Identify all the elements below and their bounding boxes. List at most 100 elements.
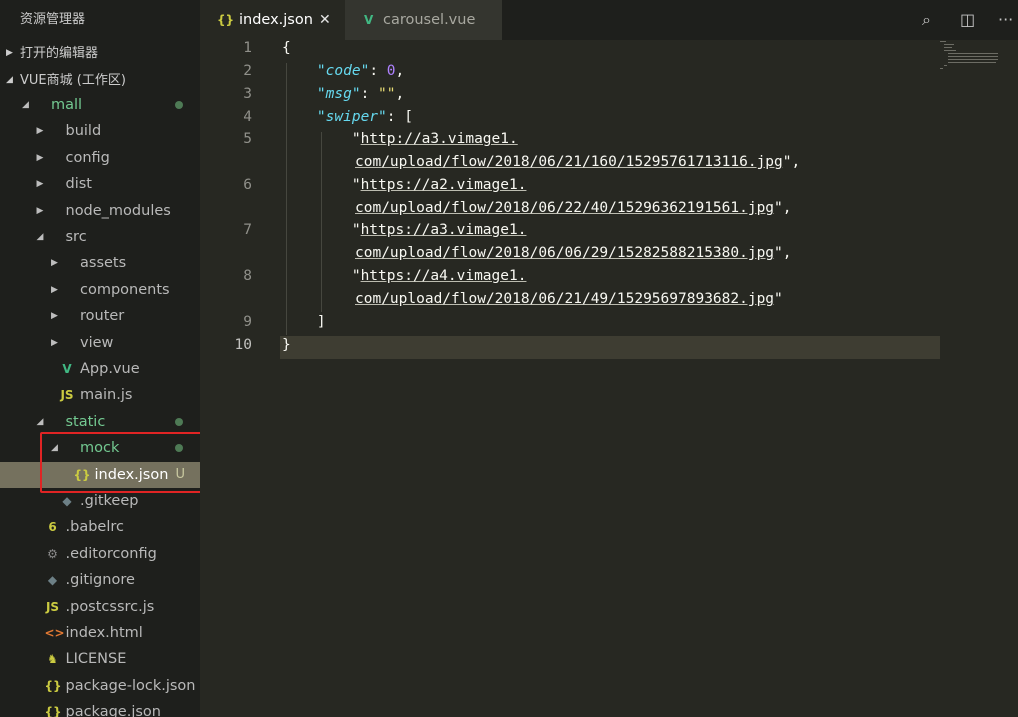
line-number: 7 — [243, 222, 252, 238]
split-editor-icon[interactable]: ◫ — [960, 0, 975, 40]
tree-item-index-html[interactable]: <> index.html — [0, 620, 200, 646]
tree-item-view[interactable]: ▶ view — [0, 330, 200, 356]
tree-item-label: node_modules — [65, 202, 171, 219]
tree-item-label: dist — [65, 176, 92, 193]
tree-item-index-json[interactable]: {} index.json U — [0, 461, 200, 488]
git-status-badge: U — [175, 466, 185, 482]
tree-item-label: App.vue — [80, 361, 140, 377]
tree-item-label: assets — [80, 255, 127, 272]
tree-item-label: .postcssrc.js — [65, 598, 155, 615]
code-line-6: "https://a2.vimage1. — [351, 177, 527, 193]
tree-item-label: build — [65, 123, 102, 140]
tree-item-app-vue[interactable]: V App.vue — [0, 356, 200, 382]
code-line-3: "msg": "", — [316, 86, 405, 102]
code-line-6-wrap: com/upload/flow/2018/06/22/40/1529636219… — [355, 200, 792, 216]
explorer-sidebar: 资源管理器 ▶ 打开的编辑器 ◢ VUE商城 (工作区) ◢ mall ▶ build… — [0, 0, 200, 717]
open-editors-section[interactable]: ▶ 打开的编辑器 — [0, 40, 200, 67]
babel-icon: 6 — [48, 520, 57, 535]
tree-item-label: .editorconfig — [65, 545, 157, 562]
js-icon: JS — [45, 599, 60, 614]
tree-item-router[interactable]: ▶ router — [0, 303, 200, 329]
tree-item-label: .babelrc — [65, 519, 124, 536]
open-preview-icon[interactable]: ⌕ — [922, 0, 931, 40]
tree-item-label: src — [65, 229, 87, 245]
line-number: 2 — [243, 63, 252, 79]
tree-item-gitignore[interactable]: ◆ .gitignore — [0, 567, 200, 593]
tab-index-json[interactable]: {} index.json ✕ — [200, 0, 345, 40]
tree-item-babelrc[interactable]: 6 .babelrc — [0, 514, 200, 540]
tab-bar: {} index.json ✕ V carousel.vue ⌕ ◫ ··· — [200, 0, 1018, 40]
code-line-8: "https://a4.vimage1. — [351, 268, 527, 284]
code-editor[interactable]: 1 2 3 4 5 6 7 8 9 10 { "code": 0, "msg": "", "swi… — [200, 40, 1018, 717]
line-number: 3 — [243, 86, 252, 102]
tree-item-main-js[interactable]: JS main.js — [0, 382, 200, 408]
tree-item-license[interactable]: ♞ LICENSE — [0, 646, 200, 672]
tree-item-src[interactable]: ◢ src — [0, 224, 200, 250]
code-line-7: "https://a3.vimage1. — [351, 222, 527, 238]
tab-label: index.json — [239, 12, 313, 28]
tree-item-package-json[interactable]: {} package.json — [0, 699, 200, 717]
line-number: 8 — [243, 268, 252, 284]
chevron-right-icon: ▶ — [51, 311, 58, 322]
chevron-down-icon: ◢ — [36, 232, 44, 242]
tree-item-static[interactable]: ◢ static — [0, 409, 200, 435]
workspace-section[interactable]: ◢ VUE商城 (工作区) — [0, 67, 200, 94]
chevron-right-icon: ▶ — [51, 337, 58, 348]
json-icon: {} — [44, 705, 62, 717]
line-number: 9 — [243, 314, 252, 330]
code-line-4: "swiper": [ — [316, 109, 413, 125]
tree-item-mock[interactable]: ◢ mock — [0, 435, 200, 461]
tree-item-config[interactable]: ▶ config — [0, 145, 200, 171]
code-line-10: } — [282, 337, 291, 353]
close-icon[interactable]: ✕ — [319, 0, 331, 40]
tree-item-label: config — [65, 149, 110, 166]
tree-item-postcssrc-js[interactable]: JS .postcssrc.js — [0, 594, 200, 620]
tree-item-node-modules[interactable]: ▶ node_modules — [0, 198, 200, 224]
more-actions-icon[interactable]: ··· — [998, 0, 1013, 40]
tree-item-label: index.json — [94, 466, 169, 483]
chevron-down-icon: ◢ — [6, 75, 13, 85]
tree-item-label: index.html — [65, 625, 143, 641]
chevron-right-icon: ▶ — [36, 179, 44, 190]
license-icon: ♞ — [47, 652, 58, 667]
json-icon: {} — [73, 467, 91, 482]
code-line-7-wrap: com/upload/flow/2018/06/06/29/1528258821… — [355, 245, 792, 261]
chevron-right-icon: ▶ — [6, 48, 13, 58]
tree-item-dist[interactable]: ▶ dist — [0, 171, 200, 197]
current-line-highlight — [280, 336, 940, 359]
modified-dot-icon — [175, 417, 183, 426]
chevron-down-icon: ◢ — [36, 416, 44, 427]
chevron-right-icon: ▶ — [36, 152, 44, 163]
minimap[interactable] — [940, 40, 1000, 70]
tree-item-label: view — [80, 334, 114, 351]
line-number: 5 — [243, 131, 252, 147]
tree-item-label: .gitignore — [65, 572, 135, 589]
tree-item-label: mock — [80, 440, 120, 457]
gear-icon: ⚙ — [47, 546, 58, 561]
line-number: 4 — [243, 109, 252, 125]
vue-icon: V — [364, 13, 374, 27]
tree-item-editorconfig[interactable]: ⚙ .editorconfig — [0, 541, 200, 567]
tree-item-gitkeep[interactable]: ◆ .gitkeep — [0, 488, 200, 514]
tree-item-label: package-lock.json — [65, 677, 196, 694]
line-number: 1 — [243, 40, 252, 56]
tree-item-components[interactable]: ▶ components — [0, 277, 200, 303]
tree-item-assets[interactable]: ▶ assets — [0, 250, 200, 276]
tab-label: carousel.vue — [383, 12, 476, 28]
indent-guide — [286, 63, 287, 335]
code-line-5-wrap: com/upload/flow/2018/06/21/160/152957617… — [355, 154, 801, 170]
tree-item-label: components — [80, 281, 170, 298]
tree-item-mall[interactable]: ◢ mall — [0, 92, 200, 118]
code-line-8-wrap: com/upload/flow/2018/06/21/49/1529569789… — [355, 291, 783, 307]
tree-item-label: .gitkeep — [80, 493, 139, 509]
chevron-down-icon: ◢ — [51, 443, 58, 454]
code-line-2: "code": 0, — [316, 63, 405, 79]
json-icon: {} — [217, 13, 235, 27]
tree-item-package-lock-json[interactable]: {} package-lock.json — [0, 673, 200, 699]
tab-carousel-vue[interactable]: V carousel.vue — [345, 0, 502, 40]
tree-item-label: router — [80, 308, 125, 325]
tree-item-build[interactable]: ▶ build — [0, 118, 200, 144]
tree-item-label: static — [65, 413, 106, 430]
vue-icon: V — [62, 362, 72, 376]
git-icon: ◆ — [47, 573, 58, 588]
